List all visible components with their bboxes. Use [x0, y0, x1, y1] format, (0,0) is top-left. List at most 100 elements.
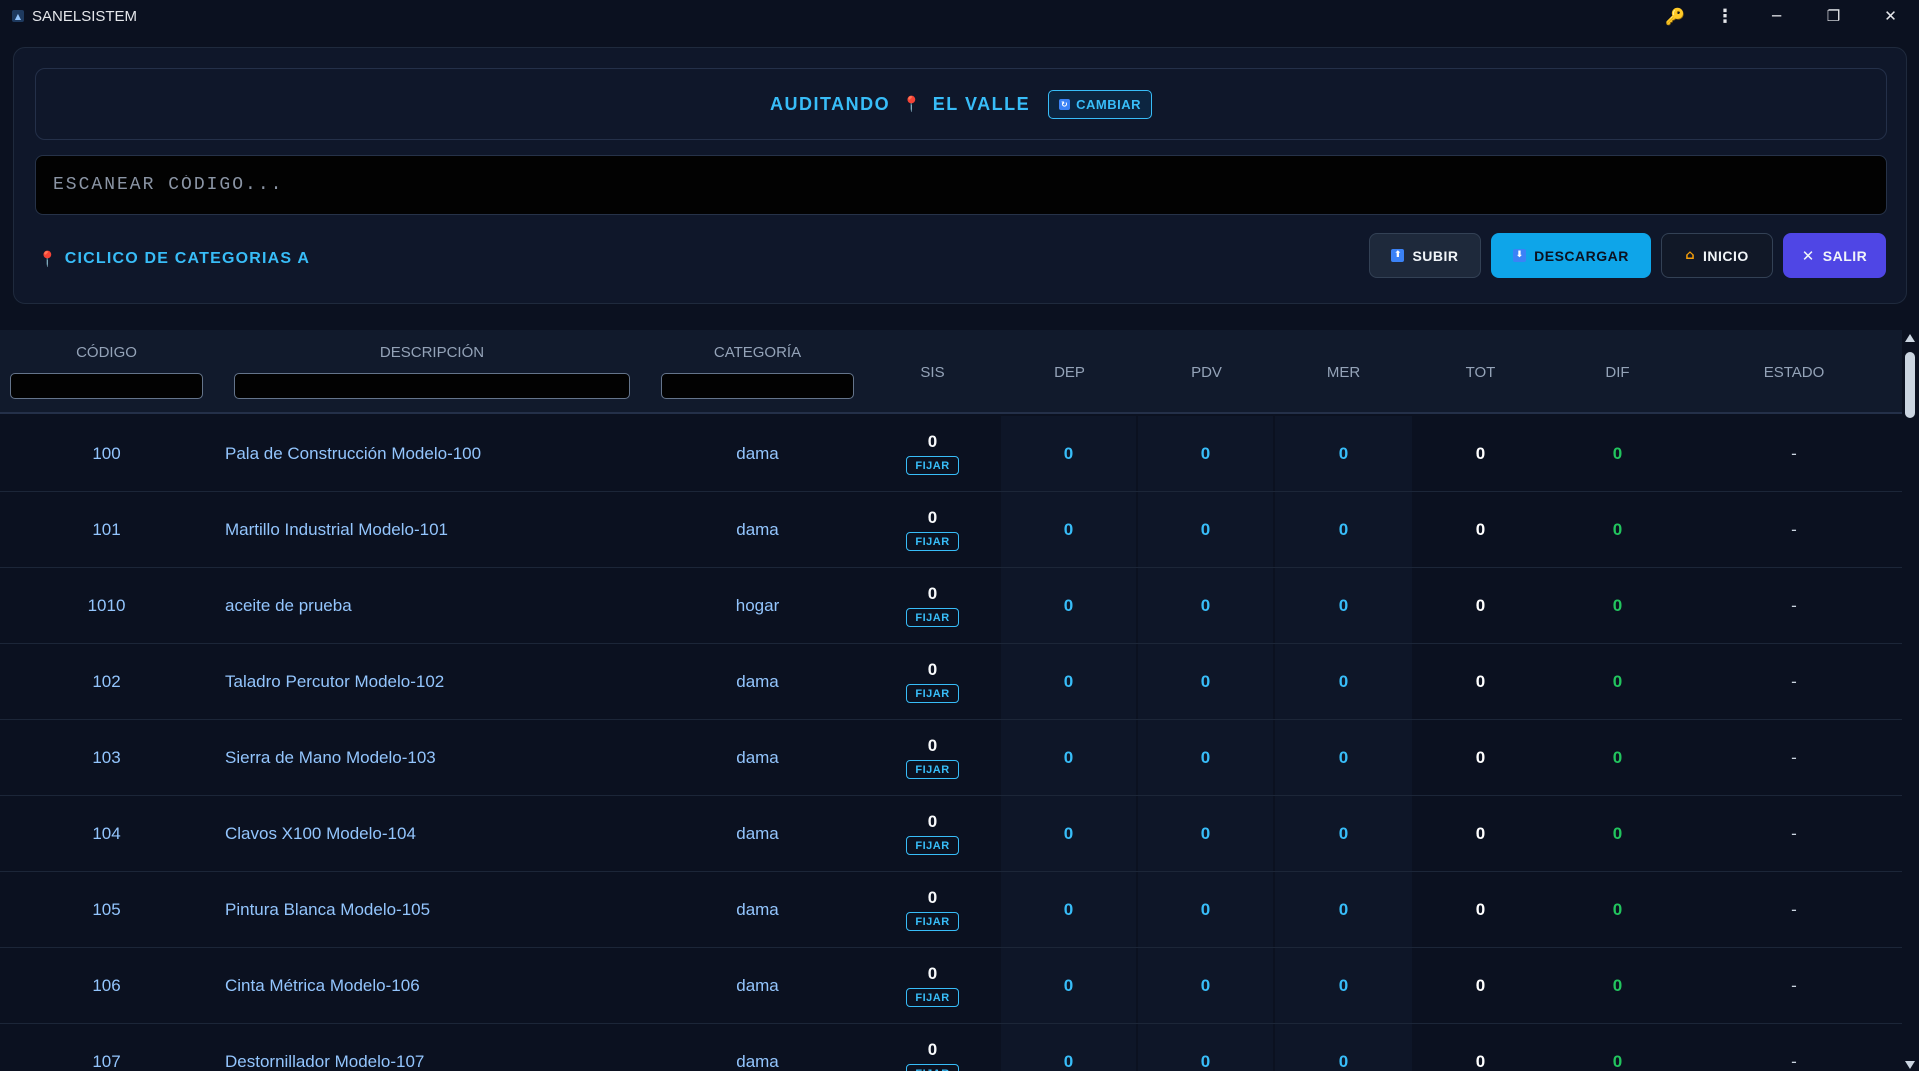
filter-codigo-input[interactable] — [10, 373, 203, 399]
download-button[interactable]: ⬇ DESCARGAR — [1491, 233, 1651, 278]
more-options-icon[interactable]: ⋮ — [1702, 0, 1748, 32]
cell-sis: 0 FIJAR — [864, 492, 1001, 567]
col-header-dep: DEP — [1054, 364, 1085, 381]
sis-value: 0 — [927, 964, 938, 983]
cell-mer: 0 — [1275, 416, 1412, 491]
cell-tot: 0 — [1475, 747, 1486, 767]
cell-codigo: 103 — [92, 747, 121, 767]
cell-pdv: 0 — [1138, 492, 1275, 567]
cell-dep: 0 — [1001, 568, 1138, 643]
fix-button[interactable]: FIJAR — [906, 912, 959, 931]
fix-button[interactable]: FIJAR — [906, 988, 959, 1007]
key-icon[interactable]: 🔑 — [1648, 0, 1702, 32]
scroll-down-icon[interactable] — [1905, 1061, 1915, 1069]
cell-mer: 0 — [1275, 492, 1412, 567]
cell-tot: 0 — [1475, 671, 1486, 691]
table-scrollbar[interactable] — [1902, 330, 1919, 1071]
table-row[interactable]: 100 Pala de Construcción Modelo-100 dama 0 F… — [0, 416, 1902, 492]
scroll-thumb[interactable] — [1905, 352, 1915, 418]
cell-dif: 0 — [1612, 671, 1623, 691]
cell-categoria: dama — [736, 519, 779, 539]
cell-dep: 0 — [1001, 1024, 1138, 1071]
fix-button[interactable]: FIJAR — [906, 532, 959, 551]
col-header-tot: TOT — [1465, 364, 1496, 381]
cell-estado: - — [1791, 443, 1797, 463]
cell-dif: 0 — [1612, 975, 1623, 995]
cell-sis: 0 FIJAR — [864, 872, 1001, 947]
cell-dif: 0 — [1612, 823, 1623, 843]
table-row[interactable]: 105 Pintura Blanca Modelo-105 dama 0 FIJAR 0 0… — [0, 872, 1902, 948]
cell-tot: 0 — [1475, 975, 1486, 995]
table-row[interactable]: 102 Taladro Percutor Modelo-102 dama 0 FIJAR… — [0, 644, 1902, 720]
change-location-label: CAMBIAR — [1076, 96, 1142, 112]
filter-categoria-input[interactable] — [661, 373, 854, 399]
cell-descripcion: Pintura Blanca Modelo-105 — [225, 899, 431, 919]
fix-button[interactable]: FIJAR — [906, 456, 959, 475]
fix-button[interactable]: FIJAR — [906, 836, 959, 855]
table-row[interactable]: 101 Martillo Industrial Modelo-101 dama 0 FI… — [0, 492, 1902, 568]
scan-code-input[interactable] — [35, 155, 1887, 215]
window-title: SANELSISTEM — [32, 7, 138, 25]
change-location-button[interactable]: ↻ CAMBIAR — [1048, 89, 1153, 119]
cell-sis: 0 FIJAR — [864, 568, 1001, 643]
cell-mer: 0 — [1275, 872, 1412, 947]
cell-estado: - — [1791, 747, 1797, 767]
cell-descripcion: aceite de prueba — [225, 595, 352, 615]
exit-button[interactable]: ✕ SALIR — [1783, 233, 1886, 278]
table-row[interactable]: 1010 aceite de prueba hogar 0 FIJAR 0 0 0 0 0- — [0, 568, 1902, 644]
fix-button[interactable]: FIJAR — [906, 760, 959, 779]
audit-location-bar: AUDITANDO 📍 EL VALLE ↻ CAMBIAR — [35, 68, 1887, 140]
sis-value: 0 — [927, 508, 938, 527]
cell-tot: 0 — [1475, 519, 1486, 539]
audit-location: EL VALLE — [932, 93, 1031, 114]
home-button[interactable]: ⌂ INICIO — [1661, 233, 1773, 278]
close-icon[interactable]: ✕ — [1862, 0, 1919, 32]
download-icon: ⬇ — [1513, 249, 1527, 262]
cell-dif: 0 — [1612, 899, 1623, 919]
col-header-dif: DIF — [1605, 364, 1630, 381]
cell-descripcion: Cinta Métrica Modelo-106 — [225, 975, 420, 995]
cell-dep: 0 — [1001, 720, 1138, 795]
col-header-descripcion: DESCRIPCIÓN — [379, 344, 485, 361]
cell-estado: - — [1791, 519, 1797, 539]
cell-pdv: 0 — [1138, 416, 1275, 491]
table-row[interactable]: 103 Sierra de Mano Modelo-103 dama 0 FIJAR 0 0… — [0, 720, 1902, 796]
minimize-icon[interactable]: ─ — [1748, 0, 1805, 32]
col-header-mer: MER — [1326, 364, 1361, 381]
fix-button[interactable]: FIJAR — [906, 1064, 959, 1071]
col-header-estado: ESTADO — [1763, 364, 1825, 381]
cell-sis: 0 FIJAR — [864, 644, 1001, 719]
fix-button[interactable]: FIJAR — [906, 608, 959, 627]
home-icon: ⌂ — [1685, 248, 1696, 263]
cell-pdv: 0 — [1138, 1024, 1275, 1071]
scroll-up-icon[interactable] — [1905, 334, 1915, 342]
upload-button[interactable]: ⬆ SUBIR — [1369, 233, 1481, 278]
filter-descripcion-input[interactable] — [234, 373, 630, 399]
table-row[interactable]: 104 Clavos X100 Modelo-104 dama 0 FIJAR 0 0 0 0 0… — [0, 796, 1902, 872]
sis-value: 0 — [927, 660, 938, 679]
table-row[interactable]: 106 Cinta Métrica Modelo-106 dama 0 FIJAR 0 0 0… — [0, 948, 1902, 1024]
cycle-label: CICLICO DE CATEGORIAS A — [64, 250, 311, 267]
cell-descripcion: Pala de Construcción Modelo-100 — [225, 443, 482, 463]
table-row[interactable]: 107Destornillador Modelo-107dama0FIJAR00… — [0, 1024, 1902, 1071]
table-header: CÓDIGO DESCRIPCIÓN CATEGORÍA SIS DEP PDV… — [0, 330, 1902, 414]
refresh-icon: ↻ — [1059, 98, 1071, 110]
cell-dif: 0 — [1612, 519, 1623, 539]
cell-sis: 0 FIJAR — [864, 416, 1001, 491]
cell-tot: 0 — [1475, 595, 1486, 615]
upload-icon: ⬆ — [1391, 249, 1405, 262]
maximize-icon[interactable]: ❐ — [1805, 0, 1862, 32]
location-pin-icon: 📍 — [902, 95, 921, 113]
sis-value: 0 — [927, 584, 938, 603]
cell-pdv: 0 — [1138, 720, 1275, 795]
cell-dep: 0 — [1001, 644, 1138, 719]
cell-estado: - — [1791, 823, 1797, 843]
fix-button[interactable]: FIJAR — [906, 684, 959, 703]
col-header-codigo: CÓDIGO — [76, 344, 137, 361]
cell-tot: 0 — [1475, 1051, 1486, 1071]
cell-estado: - — [1791, 595, 1797, 615]
cell-categoria: hogar — [735, 595, 780, 615]
action-buttons: ⬆ SUBIR ⬇ DESCARGAR ⌂ INICIO ✕ SALIR — [1369, 233, 1886, 278]
sis-value: 0 — [927, 812, 938, 831]
cell-tot: 0 — [1475, 823, 1486, 843]
